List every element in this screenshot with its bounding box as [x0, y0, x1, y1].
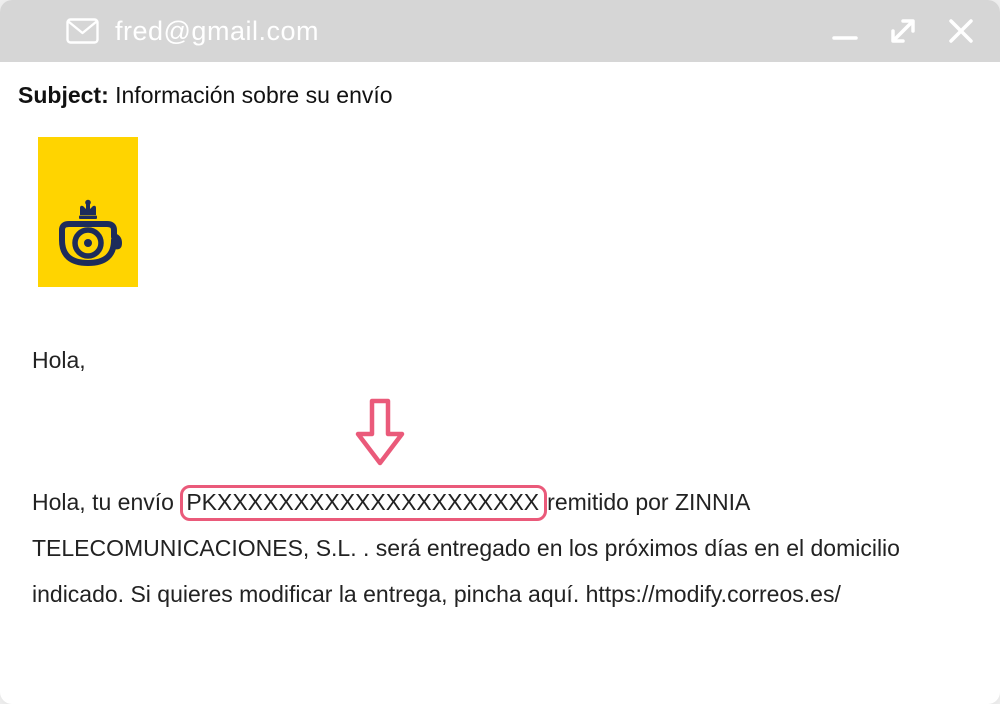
subject-label: Subject:: [18, 82, 109, 108]
tracking-number: PKXXXXXXXXXXXXXXXXXXXXX: [180, 485, 547, 521]
maximize-icon[interactable]: [888, 16, 918, 46]
arrow-annotation: [353, 398, 972, 473]
minimize-icon[interactable]: [830, 16, 860, 46]
close-icon[interactable]: [946, 16, 976, 46]
greeting-text: Hola,: [32, 347, 972, 374]
email-content: Subject: Información sobre su envío: [0, 62, 1000, 647]
window-header: fred@gmail.com: [0, 0, 1000, 62]
correos-horn-icon: [52, 197, 124, 269]
email-body: Hola, tu envío PKXXXXXXXXXXXXXXXXXXXXXre…: [32, 479, 972, 617]
email-window: fred@gmail.com: [0, 0, 1000, 704]
subject-line: Subject: Información sobre su envío: [18, 82, 972, 109]
correos-logo: [38, 137, 138, 287]
window-controls: [830, 16, 976, 46]
subject-text: Información sobre su envío: [115, 82, 392, 108]
from-address: fred@gmail.com: [115, 16, 319, 47]
arrow-down-icon: [353, 398, 407, 468]
body-pre: Hola, tu envío: [32, 489, 174, 515]
envelope-icon: [66, 18, 99, 44]
header-left: fred@gmail.com: [66, 16, 319, 47]
